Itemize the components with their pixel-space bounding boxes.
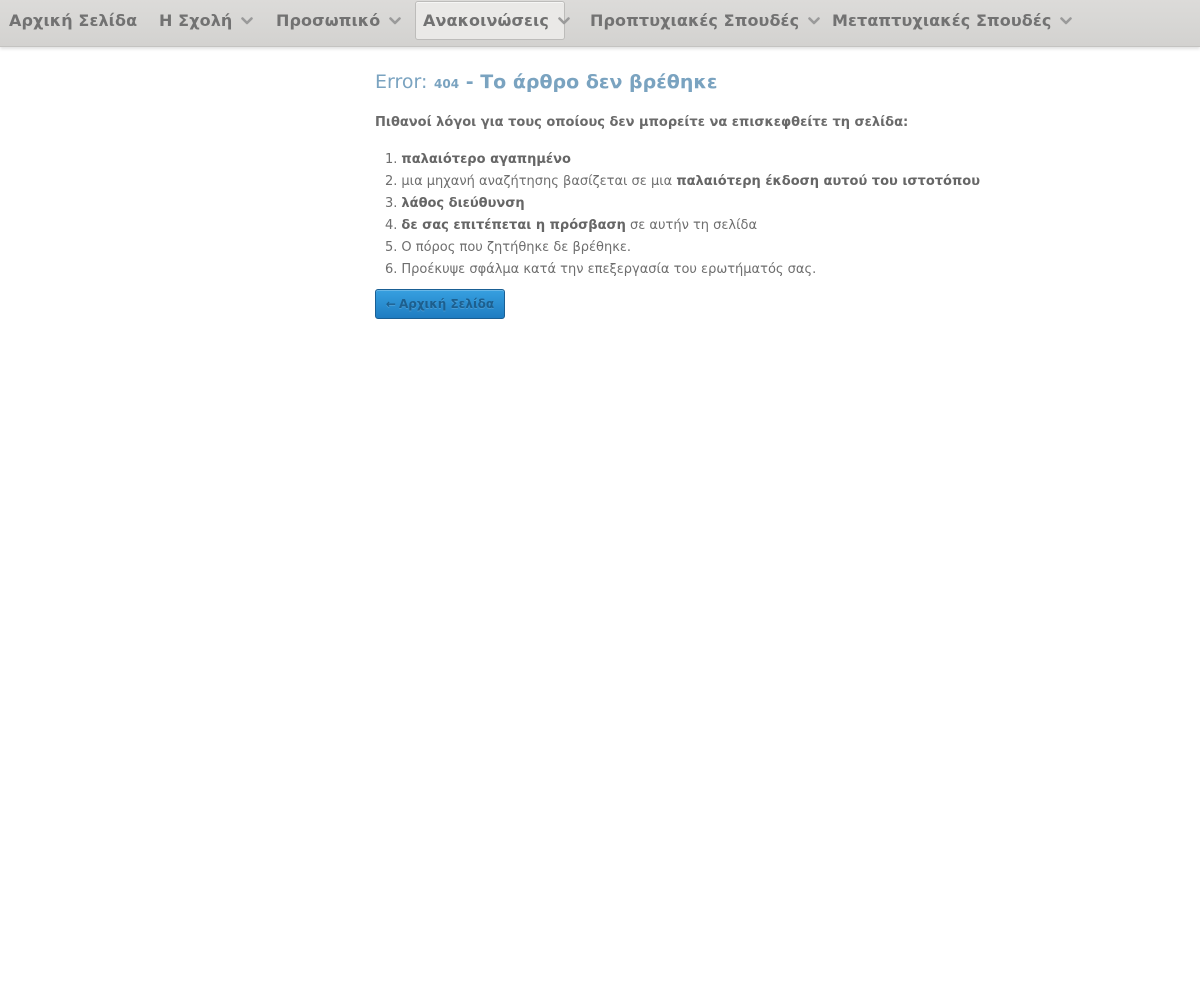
list-number: 1. [385,152,398,167]
nav-item-postgraduate[interactable]: Μεταπτυχιακές Σπουδές [832,1,1073,40]
nav-item-label: Ανακοινώσεις [423,11,549,30]
list-item: 4. δε σας επιτέπεται η πρόσβαση σε αυτήν … [375,217,980,239]
list-number: 3. [385,196,398,211]
nav-item-announcements[interactable]: Ανακοινώσεις [415,1,570,40]
nav-item-undergraduate[interactable]: Προπτυχιακές Σπουδές [590,1,820,40]
reason-bold-text: παλαιότερη έκδοση αυτού του ιστοτόπου [676,174,980,189]
reasons-intro: Πιθανοί λόγοι για τους οποίους δεν μπορε… [375,115,909,130]
list-number: 4. [385,218,398,233]
reason-text: Προέκυψε σφάλμα κατά την επεξεργασία του… [401,262,817,277]
title-separator: - [465,71,474,93]
reason-list: 1. παλαιότερο αγαπημένο 2. μια μηχανή αναζ… [375,151,980,283]
chevron-down-icon [389,16,402,26]
reason-bold-text: λάθος διεύθυνση [401,196,525,211]
arrow-left-icon: ← [385,297,396,311]
nav-item-school[interactable]: Η Σχολή [159,1,254,40]
home-button[interactable]: ← Αρχική Σελίδα [375,289,505,319]
nav-item-label: Μεταπτυχιακές Σπουδές [832,11,1052,30]
list-number: 6. [385,262,398,277]
reason-bold-text: δε σας επιτέπεται η πρόσβαση [401,218,626,233]
chevron-down-icon [808,16,820,26]
page-title: Error: 404 - Το άρθρο δεν βρέθηκε [375,71,717,93]
chevron-down-icon [241,16,254,26]
reason-text: Ο πόρος που ζητήθηκε δε βρέθηκε. [401,240,632,255]
chevron-down-icon [1060,16,1073,26]
nav-item-label: Προσωπικό [276,11,381,30]
list-item: 5. Ο πόρος που ζητήθηκε δε βρέθηκε. [375,239,980,261]
list-item: 3. λάθος διεύθυνση [375,195,980,217]
error-message: Το άρθρο δεν βρέθηκε [480,71,718,93]
reason-text: σε αυτήν τη σελίδα [625,218,758,233]
list-number: 5. [385,240,398,255]
chevron-down-icon [558,16,570,26]
nav-item-staff[interactable]: Προσωπικό [276,1,402,40]
home-button-label: Αρχική Σελίδα [398,297,495,311]
nav-item-label: Προπτυχιακές Σπουδές [590,11,800,30]
reason-bold-text: παλαιότερο αγαπημένο [401,152,571,167]
list-item: 6. Προέκυψε σφάλμα κατά την επεξεργασία τ… [375,261,980,283]
error-code: 404 [434,77,460,91]
list-item: 1. παλαιότερο αγαπημένο [375,151,980,173]
reason-text: μια μηχανή αναζήτησης βασίζεται σε μια [401,174,677,189]
nav-item-home[interactable]: Αρχική Σελίδα [9,1,137,40]
list-item: 2. μια μηχανή αναζήτησης βασίζεται σε μια… [375,173,980,195]
list-number: 2. [385,174,398,189]
nav-item-label: Η Σχολή [159,11,233,30]
main-navbar: Αρχική Σελίδα Η Σχολή Προσωπικό Ανακοινώ… [0,0,1200,47]
error-label: Error: [375,71,428,93]
nav-item-label: Αρχική Σελίδα [9,11,138,30]
